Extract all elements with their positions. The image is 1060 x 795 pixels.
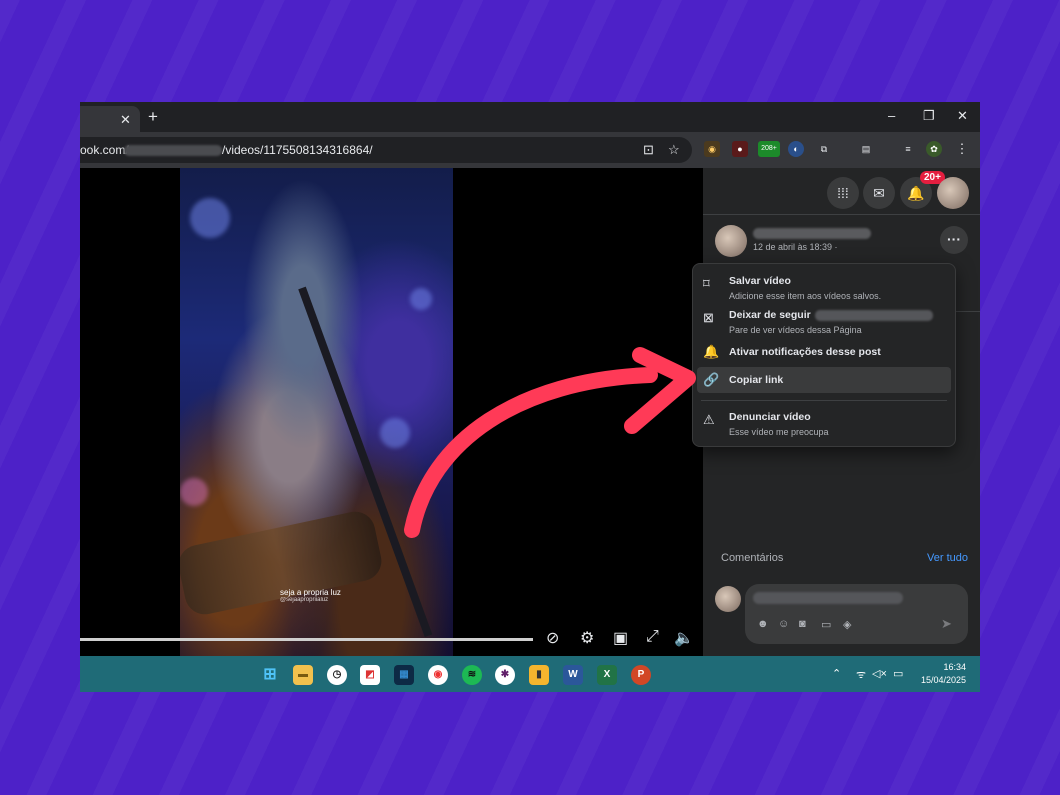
battery-icon[interactable]: ▭	[893, 667, 903, 680]
sticker-icon[interactable]: ◈	[843, 618, 851, 631]
account-avatar[interactable]	[937, 177, 969, 209]
post-date[interactable]: 12 de abril às 18:39 ·	[753, 242, 838, 252]
video-progress-bar[interactable]	[80, 638, 533, 641]
watermark-title: seja a propria luz	[280, 588, 341, 597]
new-tab-button[interactable]: +	[148, 107, 158, 127]
messenger-icon[interactable]: ✉	[863, 177, 895, 209]
menu-item-subtitle: Pare de ver vídeos dessa Página	[729, 325, 862, 335]
word-icon[interactable]: W	[563, 665, 583, 685]
page-name-redacted	[815, 310, 933, 321]
menu-item-subtitle: Adicione esse item aos vídeos salvos.	[729, 291, 882, 301]
media-control-icon[interactable]: ≡	[900, 141, 916, 157]
browser-toolbar: ook.com/ /videos/1175508134316864/ ⊡ ☆	[80, 132, 980, 168]
url-prefix: ook.com/	[80, 143, 129, 157]
close-window-button[interactable]: ✕	[957, 108, 968, 124]
windows-start-icon[interactable]: ⊞	[260, 665, 280, 685]
url-redacted	[124, 145, 222, 156]
tab-close-icon[interactable]: ✕	[120, 112, 131, 128]
extension-bug-icon[interactable]: ●	[732, 141, 748, 157]
photo-app-icon[interactable]: ◩	[360, 665, 380, 685]
bell-icon: 🔔	[703, 344, 720, 359]
tab-bar: ✕ + – ❐ ✕	[80, 102, 980, 132]
bokeh-light	[180, 478, 208, 506]
install-app-icon[interactable]: ⊡	[643, 142, 654, 158]
app-icon[interactable]: ▦	[394, 665, 414, 685]
profile-icon[interactable]: ✿	[926, 141, 942, 157]
clock-app-icon[interactable]: ◷	[327, 665, 347, 685]
menu-item-title: Copiar link	[729, 374, 784, 386]
file-explorer-icon[interactable]: ▬	[293, 665, 313, 685]
browser-tab[interactable]: ✕	[80, 106, 140, 132]
menu-item-save-video[interactable]: ⌑ Salvar vídeo Adicione esse item aos ví…	[693, 272, 957, 306]
apps-grid-icon[interactable]: ⁞⁞⁞	[827, 177, 859, 209]
page-name-redacted[interactable]	[753, 228, 871, 239]
menu-item-title: Deixar de seguir	[729, 309, 811, 321]
extensions-puzzle-icon[interactable]: ⧉	[816, 141, 832, 157]
wifi-icon[interactable]: ᯤ	[856, 667, 866, 682]
chrome-icon[interactable]: ◉	[428, 665, 448, 685]
watermark-handle: @sejaapropriialuz	[280, 597, 329, 603]
video-frame: seja a propria luz @sejaapropriialuz	[180, 168, 453, 656]
menu-item-unfollow[interactable]: ⊠ Deixar de seguir Pare de ver vídeos de…	[693, 306, 957, 340]
bookmark-star-icon[interactable]: ☆	[668, 142, 680, 158]
powerpoint-icon[interactable]: P	[631, 665, 651, 685]
menu-item-title: Denunciar vídeo	[729, 411, 811, 423]
menu-divider	[701, 400, 947, 401]
clock-date: 15/04/2025	[920, 675, 966, 685]
send-icon[interactable]: ➤	[941, 616, 952, 632]
emoji-icon[interactable]: ☺	[778, 618, 789, 630]
volume-icon[interactable]: 🔈	[674, 628, 694, 648]
video-player[interactable]: seja a propria luz @sejaapropriialuz ⊘ ⚙…	[80, 168, 703, 656]
bookmark-icon: ⌑	[703, 276, 710, 291]
tray-chevron-icon[interactable]: ⌃	[832, 667, 841, 680]
header-divider	[703, 214, 980, 215]
menu-item-subtitle: Esse vídeo me preocupa	[729, 427, 829, 437]
post-options-menu: ⌑ Salvar vídeo Adicione esse item aos ví…	[692, 263, 956, 447]
power-bi-icon[interactable]: ▮	[529, 665, 549, 685]
extension-owl-icon[interactable]: ◉	[704, 141, 720, 157]
restore-button[interactable]: ❐	[923, 108, 935, 124]
fullscreen-icon[interactable]: ⤢	[646, 628, 659, 646]
extension-badge-icon[interactable]: 208+	[758, 141, 780, 157]
bokeh-light	[380, 418, 410, 448]
volume-muted-icon[interactable]: ◁×	[872, 667, 887, 680]
url-suffix: /videos/1175508134316864/	[222, 143, 373, 157]
video-watermark: seja a propria luz @sejaapropriialuz	[280, 588, 341, 603]
gif-icon[interactable]: ▭	[821, 618, 831, 631]
camera-icon[interactable]: ◙	[799, 618, 806, 630]
menu-item-report[interactable]: ⚠ Denunciar vídeo Esse vídeo me preocupa	[693, 408, 957, 442]
captions-icon[interactable]: ⊘	[546, 628, 559, 648]
page-avatar[interactable]	[715, 225, 747, 257]
clock-time: 16:34	[943, 662, 966, 672]
browser-menu-icon[interactable]: ⋮	[954, 141, 970, 157]
bokeh-light	[190, 198, 230, 238]
comment-placeholder-redacted	[753, 592, 903, 604]
address-bar[interactable]: ook.com/ /videos/1175508134316864/ ⊡ ☆	[80, 137, 692, 163]
system-clock[interactable]: 16:34 15/04/2025	[914, 661, 966, 687]
report-icon: ⚠	[703, 412, 715, 427]
menu-item-title: Salvar vídeo	[729, 275, 791, 287]
picture-in-picture-icon[interactable]: ▣	[613, 628, 628, 648]
see-all-link[interactable]: Ver tudo	[927, 552, 968, 564]
bokeh-light	[410, 288, 432, 310]
avatar-sticker-icon[interactable]: ☻	[757, 618, 769, 630]
link-icon: 🔗	[703, 372, 720, 387]
windows-taskbar: ⊞ ▬ ◷ ◩ ▦ ◉ ≋ ✱ ▮ W X P ⌃ ᯤ ◁× ▭ 16:34 1…	[80, 656, 980, 692]
tab-divider	[955, 311, 980, 312]
menu-item-notifications[interactable]: 🔔 Ativar notificações desse post	[693, 340, 957, 366]
menu-item-title: Ativar notificações desse post	[729, 346, 881, 358]
comment-input[interactable]: ☻ ☺ ◙ ▭ ◈ ➤	[745, 584, 968, 644]
more-options-button[interactable]: ···	[940, 226, 968, 254]
excel-icon[interactable]: X	[597, 665, 617, 685]
extension-globe-icon[interactable]: ◐	[788, 141, 804, 157]
minimize-button[interactable]: –	[888, 108, 895, 123]
user-avatar	[715, 586, 741, 612]
reading-list-icon[interactable]: ▤	[858, 141, 874, 157]
spotify-icon[interactable]: ≋	[462, 665, 482, 685]
slack-icon[interactable]: ✱	[495, 665, 515, 685]
menu-item-copy-link[interactable]: 🔗 Copiar link	[697, 367, 951, 393]
settings-gear-icon[interactable]: ⚙	[580, 628, 594, 648]
unfollow-icon: ⊠	[703, 310, 714, 325]
comments-label: Comentários	[721, 552, 784, 564]
